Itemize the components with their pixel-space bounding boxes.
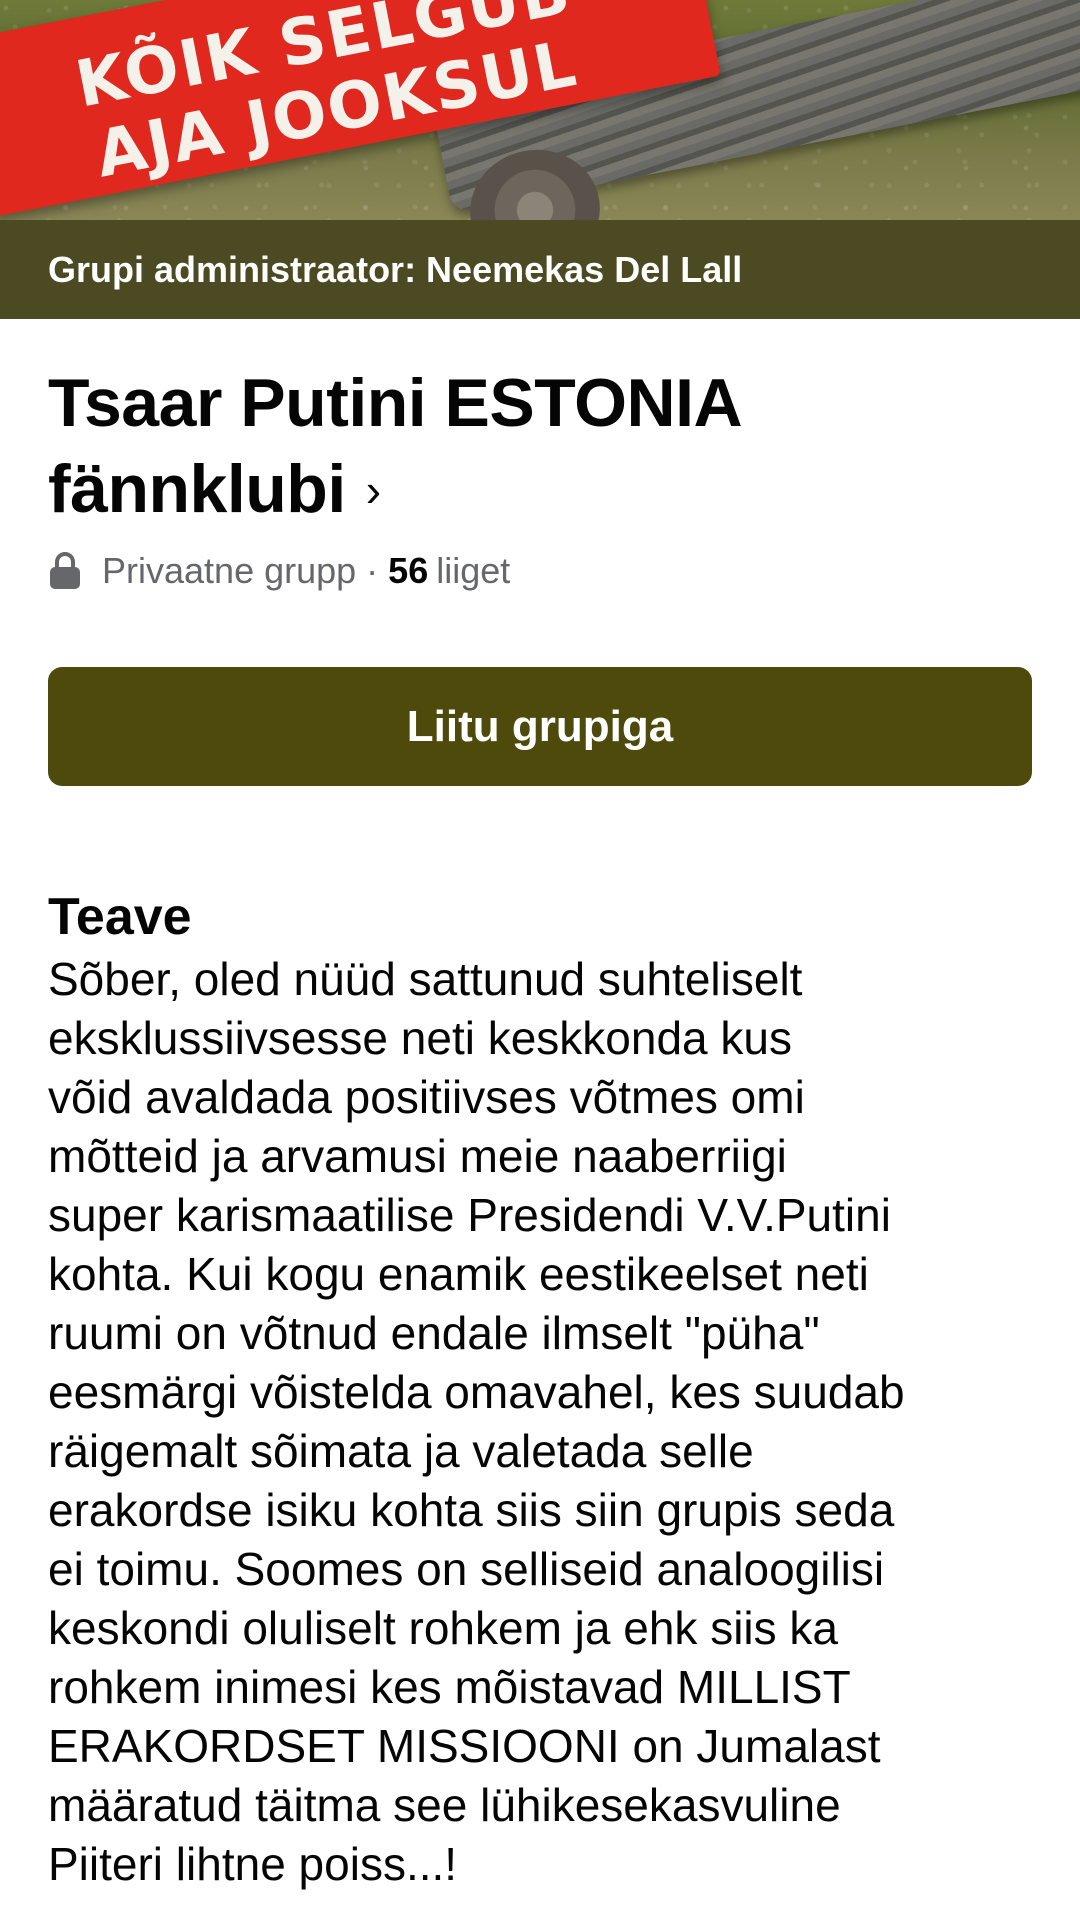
chevron-right-icon[interactable]: ›	[366, 447, 381, 533]
about-description: Sõber, oled nüüd sattunud suhteliselt ek…	[48, 953, 905, 1890]
about-section: Teave Sõber, oled nüüd sattunud suhtelis…	[48, 884, 1048, 1894]
group-meta: Privaatne grupp · 56 liiget	[48, 550, 510, 592]
admin-banner-text: Grupi administraator: Neemekas Del Lall	[48, 248, 743, 290]
group-header: Tsaar Putini ESTONIA fännklubi ›	[48, 360, 1028, 533]
lock-icon	[48, 551, 82, 591]
join-group-button[interactable]: Liitu grupiga	[48, 667, 1032, 786]
group-title-link[interactable]: Tsaar Putini ESTONIA fännklubi ›	[48, 360, 1028, 533]
group-title[interactable]: Tsaar Putini ESTONIA fännklubi	[48, 365, 740, 527]
about-heading: Teave	[48, 888, 192, 946]
cover-photo[interactable]: KÕIK SELGUB AJA JOOKSUL	[0, 0, 1080, 220]
admin-banner: Grupi administraator: Neemekas Del Lall	[0, 220, 1080, 319]
privacy-label[interactable]: Privaatne grupp	[102, 550, 356, 592]
member-label[interactable]: liiget	[436, 550, 510, 592]
meta-separator: ·	[366, 550, 379, 591]
member-count[interactable]: 56	[388, 550, 428, 592]
